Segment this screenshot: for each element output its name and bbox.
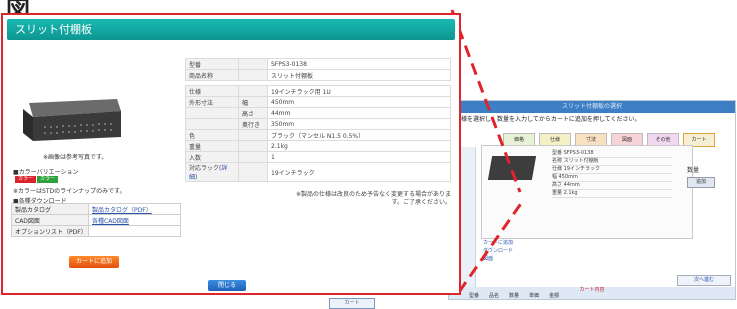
spec-note: ※製品の仕様は改良のため予告なく変更する場合があります。ご了承ください。 <box>295 191 451 206</box>
spec-key <box>185 107 239 119</box>
bg-product-thumbnail <box>487 156 537 180</box>
spec-value: 19インチラック <box>267 162 451 182</box>
spec-key: 仕様 <box>185 85 239 97</box>
bg-cart-col: 数量 <box>509 293 520 299</box>
download-label: 製品カタログ <box>11 203 89 215</box>
bg-cart-table: カート内容 型番 品名 数量 単価 金額 <box>449 287 735 299</box>
spec-key-label: 対応ラック <box>189 165 220 172</box>
spec-key: 入数 <box>185 151 239 163</box>
download-link-option[interactable] <box>88 225 181 237</box>
bg-spec-line: 仕様 19インチラック <box>552 166 672 174</box>
spec-subkey: 幅 <box>238 96 268 108</box>
download-link-cad[interactable]: 各種CAD図面 <box>88 214 181 226</box>
spec-key: 色 <box>185 129 239 141</box>
spec-row: 重量 2.1kg <box>185 140 451 152</box>
close-button[interactable]: 閉じる <box>208 280 246 291</box>
bg-spec-list: 型番 SFPS3-0138 名称 スリット付棚板 仕様 19インチラック 幅 4… <box>552 150 672 200</box>
download-table: 製品カタログ 製品カタログ（PDF） CAD図面 各種CAD図面 オプションリス… <box>11 203 181 237</box>
bg-link[interactable]: ダウンロード <box>483 247 513 255</box>
download-row: 製品カタログ 製品カタログ（PDF） <box>11 203 181 215</box>
spec-subkey <box>238 85 268 97</box>
bg-window-instruction: 仕様を選択し、数量を入力してからカートに追加を押してください。 <box>455 116 641 123</box>
spec-subkey <box>238 129 268 141</box>
spec-value: SFPS3-0138 <box>267 58 451 70</box>
spec-row: 奥行き 350mm <box>185 118 451 130</box>
spec-subkey <box>238 69 268 81</box>
download-label: オプションリスト（PDF） <box>11 225 89 237</box>
download-row: オプションリスト（PDF） <box>11 225 181 237</box>
bg-cart-col: 単価 <box>529 293 540 299</box>
spec-key: 商品名称 <box>185 69 239 81</box>
spec-row: 型番 SFPS3-0138 <box>185 58 451 70</box>
bg-cart-add-button[interactable]: 追加 <box>687 177 715 188</box>
spec-value: ブラック（マンセル N1.5 0.5%） <box>267 129 451 141</box>
spec-value: 450mm <box>267 96 451 108</box>
spec-row: 色 ブラック（マンセル N1.5 0.5%） <box>185 129 451 141</box>
spec-key <box>185 118 239 130</box>
bg-cart-table-row: 型番 品名 数量 単価 金額 <box>449 293 735 299</box>
bg-link[interactable]: カートに追加 <box>483 239 513 247</box>
spec-value: 350mm <box>267 118 451 130</box>
spec-subkey: 高さ <box>238 107 268 119</box>
bg-cart-col: 型番 <box>469 293 480 299</box>
spec-subkey <box>238 151 268 163</box>
bg-cart-label: 数量 <box>687 167 700 174</box>
spec-key: 外形寸法 <box>185 96 239 108</box>
download-row: CAD図面 各種CAD図面 <box>11 214 181 226</box>
spec-value: 2.1kg <box>267 140 451 152</box>
spec-key: 型番 <box>185 58 239 70</box>
background-product-window: スリット付棚板の選択 仕様を選択し、数量を入力してからカートに追加を押してくださ… <box>448 100 736 300</box>
bg-cart-col: 金額 <box>549 293 560 299</box>
dialog-title: スリット付棚板 <box>7 19 455 40</box>
bg-spec-line: 幅 450mm <box>552 174 672 182</box>
color-note: ※カラーはSTDのラインナップのみです。 <box>13 188 126 195</box>
spec-row: 外形寸法幅 450mm <box>185 96 451 108</box>
spec-row: 商品名称 スリット付棚板 <box>185 69 451 81</box>
spec-subkey <box>238 58 268 70</box>
spec-value: スリット付棚板 <box>267 69 451 81</box>
product-detail-dialog: スリット付棚板 ※画像は参考写真です。 ■カラーバリエーション カラー カラー … <box>1 13 461 295</box>
bg-cart-box: 数量 追加 <box>687 165 717 193</box>
bottom-tab[interactable]: カート <box>329 298 375 309</box>
bg-spec-line: 型番 SFPS3-0138 <box>552 150 672 158</box>
spec-value: 19インチラック用 1U <box>267 85 451 97</box>
spec-value: 44mm <box>267 107 451 119</box>
bg-link[interactable]: 図面 <box>483 255 513 263</box>
color-badge-green[interactable]: カラー <box>37 176 59 183</box>
spec-table: 型番 SFPS3-0138 商品名称 スリット付棚板 仕様 19インチラック用 1U … <box>185 58 451 182</box>
product-image <box>23 99 121 141</box>
bg-next-button[interactable]: 次へ進む <box>677 275 731 286</box>
download-label: CAD図面 <box>11 214 89 226</box>
bg-spec-line: 重量 2.1kg <box>552 190 672 198</box>
bg-links: カートに追加 ダウンロード 図面 <box>483 239 513 263</box>
spec-row: 高さ 44mm <box>185 107 451 119</box>
spec-value: 1 <box>267 151 451 163</box>
spec-row: 対応ラック(詳細) 19インチラック <box>185 162 451 182</box>
color-badge-red[interactable]: カラー <box>15 176 37 183</box>
bg-spec-line: 高さ 44mm <box>552 182 672 190</box>
bg-spec-line: 名称 スリット付棚板 <box>552 158 672 166</box>
spec-row: 仕様 19インチラック用 1U <box>185 85 451 97</box>
bg-window-titlebar: スリット付棚板の選択 <box>449 101 735 113</box>
spec-key: 重量 <box>185 140 239 152</box>
add-to-cart-button[interactable]: カートに追加 <box>69 256 119 268</box>
download-link-catalog[interactable]: 製品カタログ（PDF） <box>88 203 181 215</box>
spec-subkey: 奥行き <box>238 118 268 130</box>
spec-subkey <box>238 140 268 152</box>
bg-cart-col: 品名 <box>489 293 500 299</box>
image-caption: ※画像は参考写真です。 <box>43 154 108 161</box>
bg-window-product-panel: 型番 SFPS3-0138 名称 スリット付棚板 仕様 19インチラック 幅 4… <box>481 145 693 239</box>
color-section-title: ■カラーバリエーション <box>13 169 79 176</box>
spec-row: 入数 1 <box>185 151 451 163</box>
spec-key: 対応ラック(詳細) <box>185 162 239 182</box>
